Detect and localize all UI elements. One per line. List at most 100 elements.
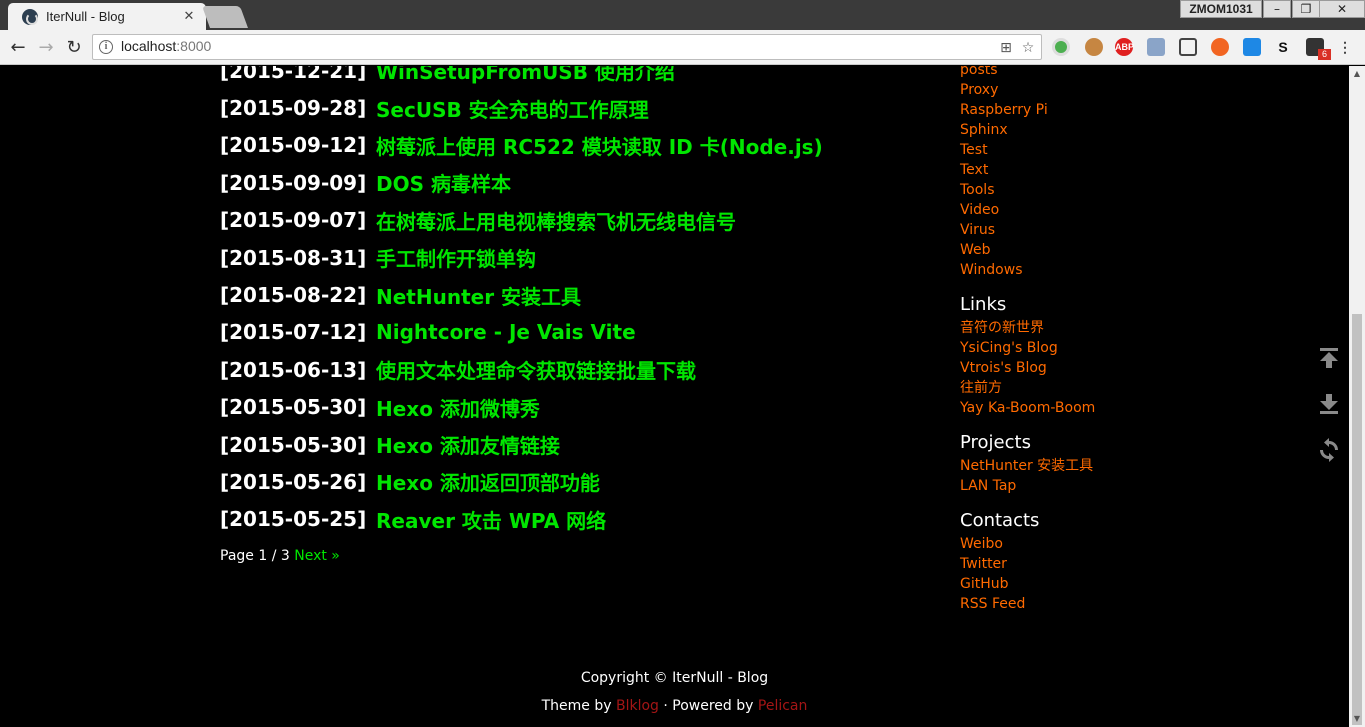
contact-link[interactable]: RSS Feed	[960, 594, 1260, 614]
scroll-down-icon[interactable]: ▼	[1349, 711, 1365, 727]
s-letter-extension-icon[interactable]: S	[1274, 38, 1292, 56]
post-row: [2015-09-28] SecUSB 安全充电的工作原理	[220, 89, 823, 126]
category-link[interactable]: Raspberry Pi	[960, 100, 1260, 120]
friend-link[interactable]: Vtrois's Blog	[960, 358, 1260, 378]
category-link[interactable]: Proxy	[960, 80, 1260, 100]
category-link[interactable]: Tools	[960, 180, 1260, 200]
post-date: [2015-05-30]	[220, 432, 367, 457]
restore-icon[interactable]: ❐	[1292, 0, 1320, 18]
friend-link[interactable]: 音符の新世界	[960, 318, 1260, 338]
contact-link[interactable]: Twitter	[960, 554, 1260, 574]
credits-line: Theme by Blklog · Powered by Pelican	[541, 698, 808, 714]
back-to-top-icon[interactable]	[1317, 346, 1341, 370]
bookmark-star-icon[interactable]: ☆	[1019, 39, 1037, 57]
next-page-link[interactable]: Next »	[294, 548, 340, 564]
category-link[interactable]: Sphinx	[960, 120, 1260, 140]
cookie-extension-icon[interactable]	[1085, 38, 1103, 56]
projects-list: NetHunter 安装工具 LAN Tap	[960, 456, 1260, 496]
project-link[interactable]: LAN Tap	[960, 476, 1260, 496]
new-tab-button[interactable]	[201, 6, 249, 28]
tab-close-icon[interactable]: ✕	[180, 9, 198, 24]
category-link[interactable]: Test	[960, 140, 1260, 160]
post-row: [2015-08-22] NetHunter 安装工具	[220, 276, 823, 313]
post-date: [2015-05-30]	[220, 395, 367, 420]
page-viewport: [2015-12-21] WinSetupFromUSB 使用介绍 [2015-09…	[0, 66, 1349, 727]
info-icon[interactable]: i	[99, 40, 113, 54]
post-title-link[interactable]: SecUSB 安全充电的工作原理	[376, 94, 649, 123]
reload-icon[interactable]: ↻	[62, 36, 86, 60]
post-title-link[interactable]: WinSetupFromUSB 使用介绍	[376, 66, 675, 85]
post-date: [2015-08-22]	[220, 283, 367, 308]
post-date: [2015-12-21]	[220, 66, 367, 83]
category-link[interactable]: Windows	[960, 260, 1260, 280]
forward-icon[interactable]: →	[34, 36, 58, 60]
post-title-link[interactable]: Hexo 添加微博秀	[376, 393, 540, 422]
post-row: [2015-05-30] Hexo 添加友情链接	[220, 426, 823, 463]
post-row: [2015-08-31] 手工制作开锁单钩	[220, 239, 823, 276]
post-title-link[interactable]: 树莓派上使用 RC522 模块读取 ID 卡(Node.js)	[376, 131, 823, 160]
friend-link[interactable]: 往前方	[960, 378, 1260, 398]
go-to-bottom-icon[interactable]	[1317, 392, 1341, 416]
minimize-icon[interactable]: –	[1263, 0, 1291, 18]
window-close-icon[interactable]: ✕	[1319, 0, 1365, 18]
scroll-up-icon[interactable]: ▲	[1349, 66, 1365, 82]
copyright-text: Copyright © IterNull - Blog	[580, 670, 769, 686]
category-link[interactable]: Text	[960, 160, 1260, 180]
post-date: [2015-07-12]	[220, 320, 367, 345]
post-date: [2015-06-13]	[220, 357, 367, 382]
adblock-extension-icon[interactable]: ABP	[1115, 38, 1134, 56]
post-row: [2015-06-13] 使用文本处理命令获取链接批量下载	[220, 351, 823, 388]
scrollbar-thumb[interactable]	[1352, 314, 1362, 725]
s-extension-icon[interactable]	[1243, 38, 1261, 56]
post-title-link[interactable]: 手工制作开锁单钩	[376, 243, 536, 272]
post-row: [2015-09-12] 树莓派上使用 RC522 模块读取 ID 卡(Node.…	[220, 127, 823, 164]
sidebar: posts Proxy Raspberry Pi Sphinx Test Text Tool…	[960, 66, 1260, 614]
post-title-link[interactable]: 使用文本处理命令获取链接批量下载	[376, 355, 696, 384]
translate-icon[interactable]: ⊞	[997, 39, 1015, 57]
url-text[interactable]: localhost:8000	[121, 38, 211, 54]
shield-extension-icon[interactable]	[1179, 38, 1197, 56]
category-link[interactable]: posts	[960, 66, 1260, 80]
refresh-comments-icon[interactable]	[1317, 438, 1341, 462]
contact-link[interactable]: GitHub	[960, 574, 1260, 594]
theme-link[interactable]: Blklog	[616, 698, 659, 714]
friend-link[interactable]: Yay Ka-Boom-Boom	[960, 398, 1260, 418]
post-date: [2015-05-25]	[220, 507, 367, 532]
contacts-heading: Contacts	[960, 510, 1040, 531]
post-title-link[interactable]: 在树莓派上用电视棒搜索飞机无线电信号	[376, 206, 736, 235]
profile-button[interactable]: ZMOM1031	[1180, 0, 1262, 18]
menu-icon[interactable]: ⋮	[1336, 38, 1354, 56]
post-title-link[interactable]: DOS 病毒样本	[376, 168, 511, 197]
post-title-link[interactable]: NetHunter 安装工具	[376, 281, 581, 310]
category-link[interactable]: Video	[960, 200, 1260, 220]
back-icon[interactable]: ←	[6, 36, 30, 60]
site-favicon-icon	[22, 8, 38, 25]
post-title-link[interactable]: Reaver 攻击 WPA 网络	[376, 505, 606, 534]
category-list: posts Proxy Raspberry Pi Sphinx Test Text Tool…	[960, 66, 1260, 280]
post-row: [2015-05-30] Hexo 添加微博秀	[220, 389, 823, 426]
infinity-extension-icon[interactable]	[1211, 38, 1229, 56]
post-row: [2015-09-09] DOS 病毒样本	[220, 164, 823, 201]
links-list: 音符の新世界 YsiCing's Blog Vtrois's Blog 往前方 Yay …	[960, 318, 1260, 418]
browser-tab[interactable]: IterNull - Blog ✕	[8, 3, 206, 30]
post-title-link[interactable]: Hexo 添加返回顶部功能	[376, 467, 600, 496]
project-link[interactable]: NetHunter 安装工具	[960, 456, 1260, 476]
browser-toolbar: ← → ↻ i localhost:8000 ⊞ ☆ ABP S ⋮	[0, 30, 1365, 65]
category-link[interactable]: Virus	[960, 220, 1260, 240]
links-heading: Links	[960, 294, 1007, 315]
tab-title: IterNull - Blog	[46, 9, 125, 24]
post-date: [2015-09-28]	[220, 96, 367, 121]
friend-link[interactable]: YsiCing's Blog	[960, 338, 1260, 358]
contact-link[interactable]: Weibo	[960, 534, 1260, 554]
pagination: Page 1 / 3 Next »	[220, 548, 340, 564]
image-extension-icon[interactable]	[1147, 38, 1165, 56]
pelican-link[interactable]: Pelican	[758, 698, 808, 714]
post-title-link[interactable]: Nightcore - Je Vais Vite	[376, 320, 636, 344]
extension-green-icon[interactable]	[1052, 38, 1070, 56]
category-link[interactable]: Web	[960, 240, 1260, 260]
post-title-link[interactable]: Hexo 添加友情链接	[376, 430, 560, 459]
page-indicator: Page 1 / 3	[220, 548, 290, 564]
address-bar[interactable]: i localhost:8000 ⊞ ☆	[92, 34, 1042, 60]
post-row: [2015-05-25] Reaver 攻击 WPA 网络	[220, 501, 823, 538]
page-scrollbar[interactable]: ▲ ▼	[1349, 66, 1365, 727]
